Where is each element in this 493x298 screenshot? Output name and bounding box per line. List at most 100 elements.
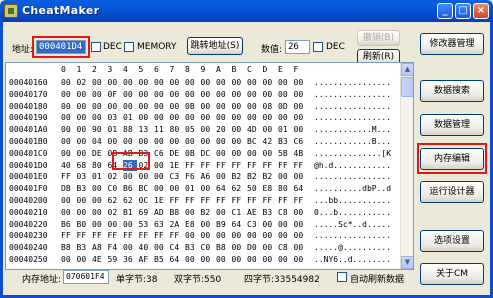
hex-byte[interactable]: 00 <box>185 230 199 241</box>
hex-byte[interactable]: 00 <box>263 242 277 253</box>
hex-byte[interactable]: FF <box>216 195 230 206</box>
hex-byte[interactable]: 11 <box>154 124 168 135</box>
hex-byte[interactable]: 00 <box>263 254 277 265</box>
hex-byte[interactable]: 00 <box>294 112 308 123</box>
hex-byte[interactable]: 0F <box>108 89 122 100</box>
hex-byte[interactable]: E8 <box>185 219 199 230</box>
hex-byte[interactable]: 00 <box>92 101 106 112</box>
hex-byte[interactable]: 00 <box>77 101 91 112</box>
hex-byte[interactable]: 00 <box>61 77 75 88</box>
hex-byte[interactable]: 00 <box>216 112 230 123</box>
hex-byte[interactable]: FF <box>232 160 246 171</box>
hex-byte[interactable]: 36 <box>123 254 137 265</box>
hex-byte[interactable]: 00 <box>77 124 91 135</box>
hex-byte[interactable]: C1 <box>232 207 246 218</box>
hex-byte[interactable]: 00 <box>123 89 137 100</box>
hex-byte[interactable]: 00 <box>61 136 75 147</box>
hex-byte[interactable]: 63 <box>154 219 168 230</box>
hex-byte[interactable]: 00 <box>216 136 230 147</box>
hex-byte[interactable]: 02 <box>77 77 91 88</box>
hex-byte[interactable]: 00 <box>108 136 122 147</box>
vertical-scrollbar[interactable]: ▲ ▼ <box>400 63 413 269</box>
hex-byte[interactable]: 00 <box>170 136 184 147</box>
count-input[interactable]: 26 <box>285 40 310 54</box>
hex-byte[interactable]: 00 <box>278 89 292 100</box>
hex-byte[interactable]: 00 <box>247 77 261 88</box>
hex-byte[interactable]: 00 <box>170 89 184 100</box>
hex-byte[interactable]: 00 <box>216 171 230 182</box>
hex-byte[interactable]: B2 <box>263 171 277 182</box>
hex-byte[interactable]: 80 <box>170 124 184 135</box>
hex-byte[interactable]: 00 <box>278 254 292 265</box>
maximize-icon[interactable]: □ <box>455 3 471 19</box>
hex-byte[interactable]: 00 <box>201 219 215 230</box>
hex-byte[interactable]: F4 <box>108 242 122 253</box>
hex-byte[interactable]: 00 <box>263 148 277 159</box>
hex-byte[interactable]: B3 <box>185 242 199 253</box>
hex-byte[interactable]: 69 <box>139 207 153 218</box>
hex-byte[interactable]: A6 <box>201 171 215 182</box>
close-icon[interactable]: × <box>473 3 489 19</box>
hex-byte[interactable]: C6 <box>294 136 308 147</box>
hex-byte[interactable]: 00 <box>139 89 153 100</box>
hex-byte[interactable]: FF <box>247 160 261 171</box>
hex-byte[interactable]: FF <box>263 195 277 206</box>
hex-byte[interactable]: 00 <box>185 89 199 100</box>
hex-byte[interactable]: 00 <box>123 101 137 112</box>
hex-byte[interactable]: FF <box>185 195 199 206</box>
hex-byte[interactable]: 4E <box>92 254 106 265</box>
dec2-checkbox[interactable] <box>313 42 323 52</box>
hex-byte[interactable]: 00 <box>278 171 292 182</box>
hex-byte[interactable]: B2 <box>247 171 261 182</box>
hex-byte[interactable]: FF <box>92 230 106 241</box>
hex-byte[interactable]: C6 <box>154 148 168 159</box>
hex-byte[interactable]: C3 <box>247 219 261 230</box>
hex-byte[interactable]: 00 <box>263 124 277 135</box>
hex-byte[interactable]: 64 <box>294 183 308 194</box>
hex-byte[interactable]: BC <box>247 136 261 147</box>
hex-byte[interactable]: 00 <box>154 77 168 88</box>
goto-address-button[interactable]: 跳转地址(S) <box>187 37 243 55</box>
hex-byte[interactable]: 00 <box>123 171 137 182</box>
hex-byte[interactable]: FF <box>61 171 75 182</box>
hex-byte[interactable]: C3 <box>170 171 184 182</box>
hex-byte[interactable]: 00 <box>77 112 91 123</box>
hex-byte[interactable]: 00 <box>247 112 261 123</box>
hex-byte[interactable]: 00 <box>92 77 106 88</box>
hex-byte[interactable]: 40 <box>61 160 75 171</box>
hex-byte[interactable]: 00 <box>263 89 277 100</box>
hex-byte[interactable]: 00 <box>61 124 75 135</box>
hex-byte[interactable]: 00 <box>216 101 230 112</box>
hex-byte[interactable]: 03 <box>77 171 91 182</box>
hex-byte[interactable]: 00 <box>263 219 277 230</box>
hex-byte[interactable]: 00 <box>92 207 106 218</box>
hex-byte[interactable]: 00 <box>154 183 168 194</box>
hex-byte[interactable]: 00 <box>201 230 215 241</box>
hex-byte[interactable]: B8 <box>170 207 184 218</box>
hex-byte[interactable]: E8 <box>263 183 277 194</box>
hex-byte[interactable]: 64 <box>232 219 246 230</box>
hex-byte[interactable]: 00 <box>201 254 215 265</box>
hex-byte[interactable]: 08 <box>263 101 277 112</box>
hex-byte[interactable]: 00 <box>216 230 230 241</box>
hex-byte[interactable]: 0D <box>278 101 292 112</box>
hex-byte[interactable]: 5B <box>278 148 292 159</box>
hex-byte[interactable]: 90 <box>92 124 106 135</box>
hex-byte[interactable]: 00 <box>232 148 246 159</box>
hex-byte[interactable]: 00 <box>278 219 292 230</box>
hex-byte[interactable]: 00 <box>278 77 292 88</box>
hex-byte[interactable]: 00 <box>92 183 106 194</box>
hex-byte[interactable]: 88 <box>123 124 137 135</box>
hex-byte[interactable]: 00 <box>294 230 308 241</box>
hex-byte[interactable]: 01 <box>108 124 122 135</box>
hex-byte[interactable]: DC <box>201 148 215 159</box>
hex-byte[interactable]: B9 <box>216 219 230 230</box>
hex-byte[interactable]: 00 <box>247 101 261 112</box>
hex-byte[interactable]: FF <box>170 195 184 206</box>
hex-byte[interactable]: 64 <box>216 183 230 194</box>
hex-byte[interactable]: FF <box>294 160 308 171</box>
hex-byte[interactable]: 00 <box>216 254 230 265</box>
hex-byte[interactable]: 00 <box>77 207 91 218</box>
hex-byte[interactable]: 00 <box>61 112 75 123</box>
hex-byte[interactable]: DE <box>170 148 184 159</box>
